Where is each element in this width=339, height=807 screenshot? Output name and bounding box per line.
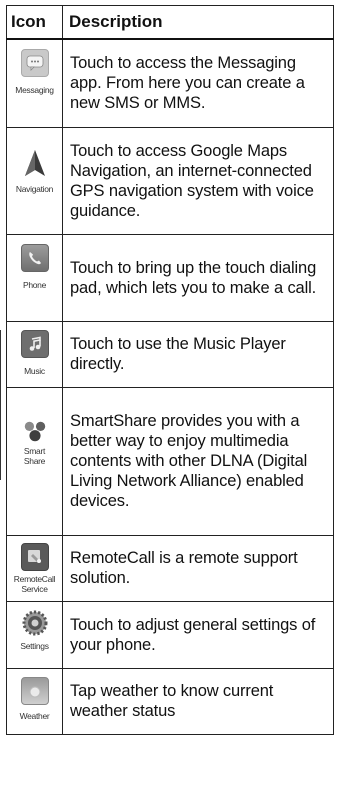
icon-caption: Settings — [20, 640, 49, 651]
icon-caption: Phone — [22, 279, 47, 290]
icon-cell: Phone — [6, 233, 63, 322]
settings-icon — [22, 610, 48, 636]
description: Touch to use the Music Player directly. — [62, 320, 334, 388]
icon-caption-2: Share — [23, 455, 46, 466]
weather-icon — [20, 676, 49, 705]
table-row: Settings Touch to adjust general setting… — [6, 600, 334, 669]
icon-caption: Messaging — [15, 85, 54, 95]
phone-icon — [20, 243, 49, 272]
description: Touch to bring up the touch dialing pad,… — [62, 233, 334, 322]
header-icon: Icon — [6, 5, 63, 40]
icon-caption: Weather — [19, 710, 50, 721]
icon-cell: Smart Share — [6, 386, 63, 536]
navigation-icon — [22, 149, 48, 176]
icon-caption: Navigation — [15, 183, 54, 194]
icon-cell: Navigation — [6, 126, 63, 235]
description: SmartShare provides you with a better wa… — [62, 386, 334, 536]
music-icon — [20, 329, 49, 358]
page-edge-line — [0, 330, 1, 480]
smartshare-icon — [22, 418, 48, 444]
icon-cell: Messaging — [6, 38, 63, 128]
table-row: RemoteCall Service RemoteCall is a remot… — [6, 534, 334, 602]
header-description: Description — [62, 5, 334, 40]
table-row: Messaging Touch to access the Messaging … — [6, 38, 334, 128]
description: Tap weather to know current weather stat… — [62, 667, 334, 735]
icon-caption: RemoteCall — [13, 573, 56, 584]
table-row: Smart Share SmartShare provides you with… — [6, 386, 334, 536]
icon-caption-2: Service — [21, 583, 48, 594]
description: Touch to access the Messaging app. From … — [62, 38, 334, 128]
description: Touch to access Google Maps Navigation, … — [62, 126, 334, 235]
remotecall-icon — [20, 542, 49, 571]
table-header-row: Icon Description — [6, 5, 334, 40]
table-row: Music Touch to use the Music Player dire… — [6, 320, 334, 388]
icon-description-table: Icon Description Messaging Touch to acce… — [6, 5, 334, 735]
icon-cell: Music — [6, 320, 63, 388]
icon-cell: Settings — [6, 600, 63, 669]
icon-caption: Music — [24, 365, 45, 376]
table-row: Navigation Touch to access Google Maps N… — [6, 126, 334, 235]
table-row: Phone Touch to bring up the touch dialin… — [6, 233, 334, 322]
table-row: Weather Tap weather to know current weat… — [6, 667, 334, 735]
description: RemoteCall is a remote support solution. — [62, 534, 334, 602]
description: Touch to adjust general settings of your… — [62, 600, 334, 669]
icon-caption: Smart — [23, 445, 46, 456]
messaging-icon — [20, 49, 49, 77]
icon-cell: RemoteCall Service — [6, 534, 63, 602]
icon-cell: Weather — [6, 667, 63, 735]
